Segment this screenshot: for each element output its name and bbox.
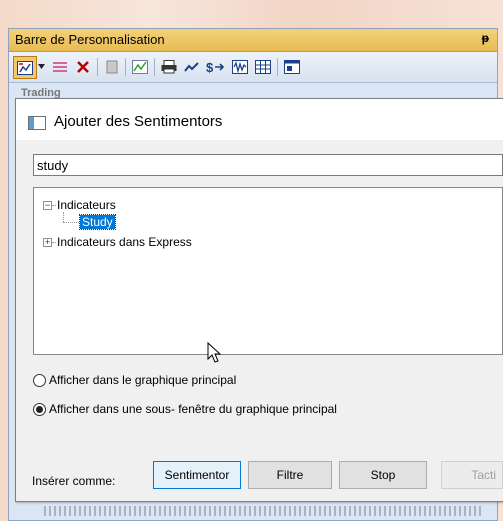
dropdown-arrow-icon[interactable] bbox=[36, 56, 46, 77]
dollar-arrow-icon[interactable]: $ bbox=[204, 56, 226, 77]
waveform-icon[interactable] bbox=[229, 56, 251, 77]
toolbar-separator bbox=[154, 58, 155, 76]
tree-connector bbox=[63, 212, 65, 222]
chart-select-icon[interactable] bbox=[13, 56, 37, 79]
pin-icon[interactable]: ᵽ bbox=[482, 31, 489, 45]
document-icon[interactable] bbox=[101, 56, 123, 77]
stop-button[interactable]: Stop bbox=[339, 461, 427, 489]
dialog-title: Ajouter des Sentimentors bbox=[54, 113, 223, 130]
print-icon[interactable] bbox=[158, 56, 180, 77]
chart-draw-icon[interactable] bbox=[129, 56, 151, 77]
lines-icon[interactable] bbox=[49, 56, 71, 77]
tactic-button: Tacti bbox=[441, 461, 503, 489]
radio-button[interactable] bbox=[33, 373, 46, 387]
expand-toggle-icon[interactable]: + bbox=[43, 238, 52, 247]
indicator-tree[interactable]: − Indicateurs Study + Indicateurs dans E… bbox=[33, 187, 503, 355]
tree-connector bbox=[63, 222, 79, 224]
sentimentor-button[interactable]: Sentimentor bbox=[153, 461, 241, 489]
customization-bar-titlebar: Barre de Personnalisation ᵽ bbox=[9, 29, 497, 52]
filtre-button[interactable]: Filtre bbox=[248, 461, 332, 489]
toolbar-separator bbox=[277, 58, 278, 76]
search-input[interactable] bbox=[33, 154, 503, 176]
tree-node-indicateurs[interactable]: Indicateurs bbox=[57, 198, 116, 212]
radio-label: Afficher dans le graphique principal bbox=[49, 373, 237, 387]
radio-sub-window[interactable]: Afficher dans une sous- fenêtre du graph… bbox=[33, 402, 337, 416]
grid-icon[interactable] bbox=[252, 56, 274, 77]
window-icon[interactable] bbox=[281, 56, 303, 77]
trend-icon[interactable] bbox=[181, 56, 203, 77]
radio-button[interactable] bbox=[33, 402, 46, 416]
delete-icon[interactable] bbox=[72, 56, 94, 77]
customization-toolbar: $ bbox=[9, 52, 497, 83]
radio-main-chart[interactable]: Afficher dans le graphique principal bbox=[33, 373, 236, 387]
toolbar-separator bbox=[125, 58, 126, 76]
insert-as-label: Insérer comme: bbox=[32, 474, 116, 488]
dialog-body: − Indicateurs Study + Indicateurs dans E… bbox=[16, 140, 503, 501]
tree-connector bbox=[52, 205, 56, 207]
add-sentimentors-dialog: Ajouter des Sentimentors − Indicateurs S… bbox=[15, 98, 503, 502]
window-icon bbox=[28, 116, 46, 130]
tree-node-indicateurs-express[interactable]: Indicateurs dans Express bbox=[57, 235, 192, 249]
host-bottom-text-peek bbox=[44, 506, 484, 516]
toolbar-separator bbox=[97, 58, 98, 76]
tree-node-study[interactable]: Study bbox=[79, 214, 116, 230]
svg-text:$: $ bbox=[206, 60, 214, 74]
tree-connector bbox=[52, 242, 56, 244]
mouse-cursor-icon bbox=[207, 342, 221, 363]
collapse-toggle-icon[interactable]: − bbox=[43, 201, 52, 210]
customization-bar-title: Barre de Personnalisation bbox=[15, 32, 165, 47]
radio-label: Afficher dans une sous- fenêtre du graph… bbox=[49, 402, 337, 416]
